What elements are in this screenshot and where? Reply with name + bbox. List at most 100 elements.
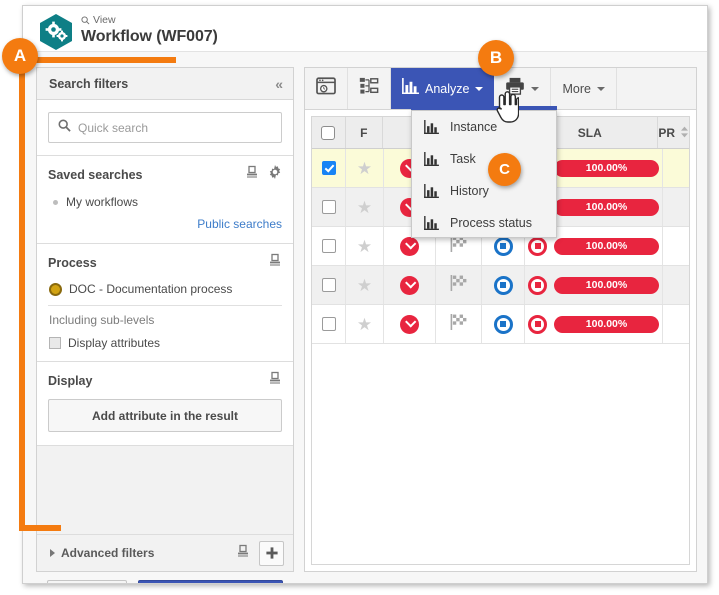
row-favorite-cell[interactable]: ★ xyxy=(346,266,384,304)
page-title: Workflow (WF007) xyxy=(81,28,218,45)
row-checkbox[interactable] xyxy=(321,161,336,175)
analyze-button[interactable]: Analyze xyxy=(391,68,495,109)
blue-ring-square-icon xyxy=(493,275,513,295)
gears-hexagon-icon xyxy=(39,13,73,51)
table-header-select[interactable] xyxy=(312,117,346,148)
breadcrumb: View xyxy=(81,14,218,26)
menu-item-process-status[interactable]: Process status xyxy=(412,207,556,239)
row-favorite-cell[interactable]: ★ xyxy=(346,227,384,265)
sla-progress-bar: 100.00% xyxy=(554,276,659,294)
row-status2-cell xyxy=(436,266,482,304)
annotation-badge-c-label: C xyxy=(499,161,510,178)
annotation-badge-b-label: B xyxy=(489,48,503,67)
bar-chart-icon xyxy=(402,78,419,99)
display-attributes-row[interactable]: Display attributes xyxy=(37,334,293,361)
sla-value: 100.00% xyxy=(585,318,628,330)
search-filters-header: Search filters « xyxy=(37,68,293,100)
row-pr-cell xyxy=(663,227,689,265)
star-icon[interactable]: ★ xyxy=(357,316,372,333)
public-searches-link[interactable]: Public searches xyxy=(197,217,282,231)
process-title: Process xyxy=(48,255,97,270)
menu-item-instance[interactable]: Instance xyxy=(412,111,556,143)
row-favorite-cell[interactable]: ★ xyxy=(346,149,384,187)
header-text-block: View Workflow (WF007) xyxy=(81,14,218,46)
row-select-cell[interactable] xyxy=(312,305,346,343)
row-checkbox[interactable] xyxy=(321,200,336,214)
eraser-icon[interactable] xyxy=(268,371,282,390)
row-favorite-cell[interactable]: ★ xyxy=(346,305,384,343)
add-filter-button[interactable] xyxy=(259,540,284,566)
process-card: Process DOC - Documentation process Incl… xyxy=(37,244,293,362)
chevron-double-left-icon[interactable]: « xyxy=(275,77,283,91)
menu-item-history[interactable]: History xyxy=(412,175,556,207)
advanced-filters-label: Advanced filters xyxy=(61,546,155,560)
chevron-down-icon xyxy=(475,86,484,91)
row-checkbox[interactable] xyxy=(321,317,336,331)
star-icon[interactable]: ★ xyxy=(357,199,372,216)
star-icon[interactable]: ★ xyxy=(357,277,372,294)
row-pr-cell xyxy=(663,149,689,187)
star-icon[interactable]: ★ xyxy=(357,238,372,255)
save-button[interactable]: Save xyxy=(47,580,127,583)
table-header-f[interactable]: F xyxy=(346,117,384,148)
sla-value: 100.00% xyxy=(585,162,628,174)
search-button[interactable]: SEARCH xyxy=(138,580,283,583)
annotation-a-bracket-top xyxy=(30,57,176,63)
annotation-badge-a: A xyxy=(2,38,38,74)
saved-search-label: My workflows xyxy=(66,195,139,209)
display-attributes-label: Display attributes xyxy=(68,336,161,350)
plus-icon xyxy=(265,547,278,559)
row-sla-cell: 100.00% xyxy=(525,266,663,304)
menu-item-instance-label: Instance xyxy=(450,120,498,134)
gear-icon[interactable] xyxy=(268,165,282,184)
process-color-dot xyxy=(49,282,62,296)
row-status1-cell xyxy=(384,266,436,304)
star-icon[interactable]: ★ xyxy=(357,160,372,177)
row-status3-cell xyxy=(482,305,525,343)
toolbar-more-button[interactable]: More xyxy=(551,68,617,109)
table-row[interactable]: ★ 100.00% xyxy=(312,305,689,344)
list-item[interactable]: My workflows xyxy=(37,190,293,212)
add-attribute-label: Add attribute in the result xyxy=(91,408,238,423)
toolbar-flowchart-button[interactable] xyxy=(348,68,391,109)
search-filters-body: Quick search Saved searches My workflows… xyxy=(37,100,293,537)
annotation-a-bracket-bottom xyxy=(19,525,61,531)
bar-chart-icon xyxy=(424,120,439,134)
row-pr-cell xyxy=(663,188,689,226)
row-pr-cell xyxy=(663,266,689,304)
row-select-cell[interactable] xyxy=(312,266,346,304)
table-header-pr[interactable]: PR xyxy=(658,117,689,148)
bar-chart-icon xyxy=(424,216,439,230)
chevron-down-icon xyxy=(531,86,540,91)
menu-item-task[interactable]: Task xyxy=(412,143,556,175)
advanced-filters-bar[interactable]: Advanced filters xyxy=(37,534,293,571)
row-sla-cell: 100.00% xyxy=(525,305,663,343)
eraser-icon[interactable] xyxy=(245,165,259,184)
saved-searches-tools xyxy=(245,165,282,184)
eraser-icon[interactable] xyxy=(236,544,250,563)
eraser-icon[interactable] xyxy=(268,253,282,272)
sort-updown-icon[interactable] xyxy=(680,126,689,140)
sla-progress-bar: 100.00% xyxy=(554,237,659,255)
row-favorite-cell[interactable]: ★ xyxy=(346,188,384,226)
display-card: Display Add attribute in the result xyxy=(37,362,293,446)
menu-item-process-status-label: Process status xyxy=(450,216,532,230)
red-circle-chevron-down-icon xyxy=(400,275,419,295)
toolbar-preview-button[interactable] xyxy=(305,68,348,109)
row-select-cell[interactable] xyxy=(312,149,346,187)
annotation-a-bracket-side xyxy=(19,57,25,531)
mouse-cursor-hand-icon xyxy=(493,91,520,123)
row-checkbox[interactable] xyxy=(321,278,336,292)
row-checkbox[interactable] xyxy=(321,239,336,253)
table-row[interactable]: ★ 100.00% xyxy=(312,266,689,305)
process-header: Process xyxy=(37,244,293,278)
search-input[interactable]: Quick search xyxy=(48,112,282,143)
process-selected-row[interactable]: DOC - Documentation process xyxy=(37,278,293,305)
row-select-cell[interactable] xyxy=(312,188,346,226)
select-all-checkbox[interactable] xyxy=(321,125,336,140)
display-attributes-checkbox[interactable] xyxy=(49,337,61,349)
row-select-cell[interactable] xyxy=(312,227,346,265)
row-status1-cell xyxy=(384,305,436,343)
add-attribute-button[interactable]: Add attribute in the result xyxy=(48,399,282,432)
